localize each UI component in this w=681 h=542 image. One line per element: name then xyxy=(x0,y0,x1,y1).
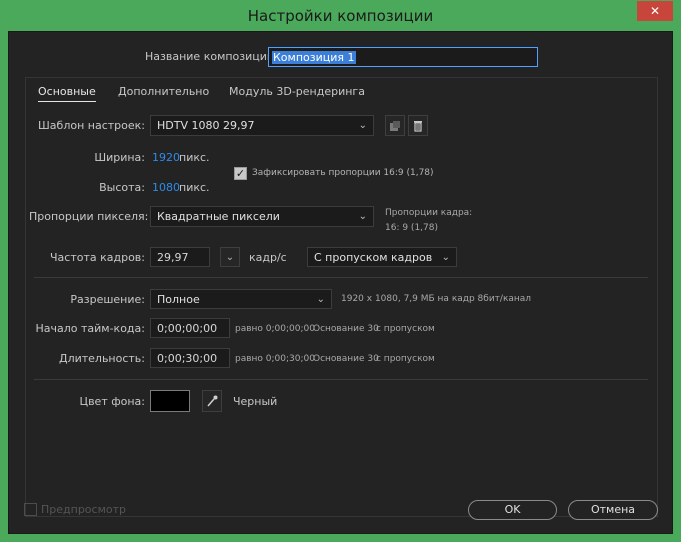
duration-equals: равно 0;00;30;00 xyxy=(235,354,315,364)
start-timecode-base: Основание 30 xyxy=(313,324,379,334)
composition-name-input[interactable]: Композиция 1 xyxy=(268,47,538,67)
close-icon: ✕ xyxy=(649,4,661,18)
background-color-swatch[interactable] xyxy=(150,390,190,412)
cancel-button[interactable]: Отмена xyxy=(568,500,658,520)
width-value[interactable]: 1920 xyxy=(152,151,180,164)
dialog-body: Название композиции: Композиция 1 Основн… xyxy=(8,31,673,534)
height-label: Высота: xyxy=(99,181,145,194)
preset-value: HDTV 1080 29,97 xyxy=(157,119,255,132)
chevron-down-icon: ⌄ xyxy=(441,252,450,263)
preset-label: Шаблон настроек: xyxy=(38,119,145,132)
tab-basic[interactable]: Основные xyxy=(38,85,96,102)
title-bar: Настройки композиции ✕ xyxy=(0,0,681,32)
frame-rate-dropdown[interactable]: ⌄ xyxy=(220,247,240,267)
tab-3d-renderer[interactable]: Модуль 3D-рендеринга xyxy=(229,85,365,98)
delete-preset-button[interactable] xyxy=(408,115,428,136)
copy-preset-icon xyxy=(390,120,400,131)
drop-frame-select[interactable]: С пропуском кадров ⌄ xyxy=(307,247,457,267)
ok-button[interactable]: OK xyxy=(468,500,557,520)
chevron-down-icon: ⌄ xyxy=(358,211,367,222)
tab-advanced[interactable]: Дополнительно xyxy=(118,85,209,98)
frame-rate-input[interactable]: 29,97 xyxy=(150,247,210,267)
start-timecode-input[interactable]: 0;00;00;00 xyxy=(150,318,230,338)
preset-select[interactable]: HDTV 1080 29,97 ⌄ xyxy=(150,115,374,136)
width-label: Ширина: xyxy=(94,151,145,164)
window-title: Настройки композиции xyxy=(247,7,434,25)
resolution-label: Разрешение: xyxy=(70,293,145,306)
chevron-down-icon: ⌄ xyxy=(316,294,325,305)
resolution-info: 1920 х 1080, 7,9 МБ на кадр 8бит/канал xyxy=(341,294,532,304)
background-color-label: Цвет фона: xyxy=(79,395,145,408)
chevron-down-icon: ⌄ xyxy=(358,120,367,131)
preview-checkbox[interactable] xyxy=(24,503,37,516)
composition-name-value: Композиция 1 xyxy=(272,51,356,64)
duration-label: Длительность: xyxy=(58,352,145,365)
background-color-name: Черный xyxy=(233,395,278,408)
trash-icon xyxy=(414,120,422,132)
preview-label: Предпросмотр xyxy=(41,503,126,516)
duration-base: Основание 30 xyxy=(313,354,379,364)
close-button[interactable]: ✕ xyxy=(637,1,673,21)
width-unit: пикс. xyxy=(179,151,210,164)
pixel-aspect-label: Пропорции пикселя: xyxy=(29,210,149,223)
eyedropper-button[interactable] xyxy=(202,390,222,412)
resolution-select[interactable]: Полное ⌄ xyxy=(150,289,332,309)
lock-aspect-checkbox[interactable]: ✓ xyxy=(234,167,247,180)
save-preset-button[interactable] xyxy=(385,115,405,136)
height-value[interactable]: 1080 xyxy=(152,181,180,194)
start-timecode-drop: с пропуском xyxy=(376,324,435,334)
eyedropper-icon xyxy=(207,395,218,407)
start-timecode-label: Начало тайм-кода: xyxy=(35,322,145,335)
lock-aspect-label: Зафиксировать пропорции 16:9 (1,78) xyxy=(252,168,434,178)
divider xyxy=(34,277,648,278)
composition-name-label: Название композиции: xyxy=(145,50,278,63)
frame-rate-label: Частота кадров: xyxy=(49,251,145,264)
frame-aspect-value: 16: 9 (1,78) xyxy=(385,223,438,233)
frame-rate-unit: кадр/с xyxy=(249,251,287,264)
start-timecode-equals: равно 0;00;00;00 xyxy=(235,324,315,334)
pixel-aspect-value: Квадратные пиксели xyxy=(157,210,280,223)
resolution-value: Полное xyxy=(157,293,200,306)
height-unit: пикс. xyxy=(179,181,210,194)
drop-frame-value: С пропуском кадров xyxy=(314,251,433,264)
chevron-down-icon: ⌄ xyxy=(225,251,235,263)
divider xyxy=(34,379,648,380)
pixel-aspect-select[interactable]: Квадратные пиксели ⌄ xyxy=(150,206,374,227)
frame-aspect-label: Пропорции кадра: xyxy=(385,208,473,218)
duration-input[interactable]: 0;00;30;00 xyxy=(150,348,230,368)
duration-drop: с пропуском xyxy=(376,354,435,364)
